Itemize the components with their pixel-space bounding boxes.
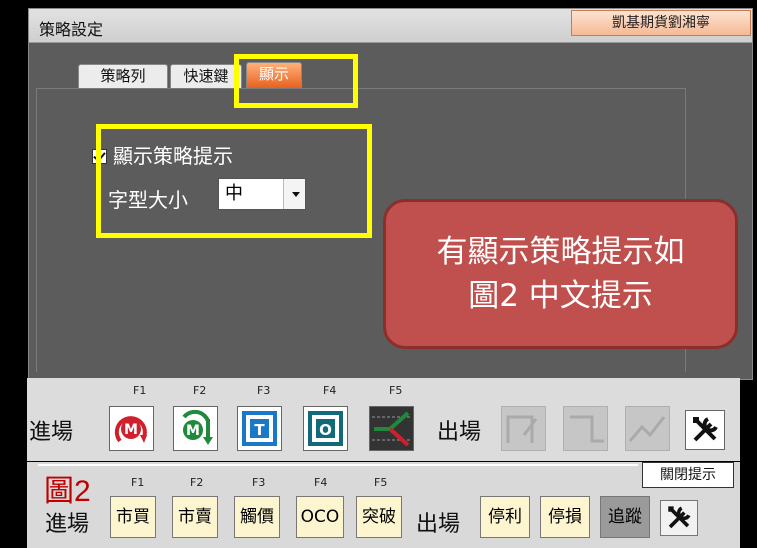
tab-hotkeys[interactable]: 快速鍵 [170, 64, 242, 88]
market-sell-icon[interactable]: M [173, 406, 218, 451]
svg-text:O: O [319, 421, 332, 439]
exit-label: 出場 [416, 512, 461, 537]
fkey-label: F3 [257, 384, 271, 397]
svg-text:T: T [254, 421, 265, 439]
breakout-button[interactable]: 突破 [356, 496, 402, 538]
market-buy-icon[interactable]: M [109, 406, 154, 451]
close-hint-tooltip: 關閉提示 [642, 462, 734, 488]
fkey-label: F4 [314, 476, 328, 489]
exit-label: 出場 [437, 420, 482, 445]
brand-label: 凱基期貨劉湘寧 [571, 10, 751, 36]
figure-2-label: 圖2 [44, 475, 91, 508]
touch-price-icon[interactable]: T [237, 406, 282, 451]
tab-highlight-box [234, 54, 358, 108]
fkey-label: F4 [323, 384, 337, 397]
callout-line-2: 圖2 中文提示 [468, 278, 653, 314]
callout-line-1: 有顯示策略提示如 [436, 234, 685, 270]
svg-text:M: M [186, 423, 200, 439]
fkey-label: F5 [374, 476, 388, 489]
trailing-stop-icon[interactable] [625, 406, 670, 451]
strategy-toolbar-icons: F1 F2 F3 F4 F5 進場 M M T O 出場 [27, 378, 740, 461]
tools-icon[interactable] [685, 410, 725, 450]
take-profit-button[interactable]: 停利 [480, 496, 530, 538]
fkey-label: F1 [131, 476, 145, 489]
market-buy-button[interactable]: 市買 [110, 496, 156, 538]
title-bar: 策略設定 凱基期貨劉湘寧 [29, 9, 752, 43]
svg-text:M: M [124, 422, 138, 438]
dialog-title: 策略設定 [39, 20, 104, 39]
stop-loss-button[interactable]: 停損 [540, 496, 590, 538]
fkey-label: F2 [193, 384, 207, 397]
trailing-stop-button[interactable]: 追蹤 [600, 496, 650, 538]
oco-button[interactable]: OCO [296, 496, 344, 538]
fkey-label: F3 [252, 476, 266, 489]
callout-annotation: 有顯示策略提示如 圖2 中文提示 [383, 199, 738, 349]
fkey-label: F2 [190, 476, 204, 489]
market-sell-button[interactable]: 市賣 [172, 496, 218, 538]
entry-label: 進場 [29, 420, 74, 445]
breakout-icon[interactable] [369, 406, 414, 451]
touch-price-button[interactable]: 觸價 [234, 496, 280, 538]
tab-strategy-bar[interactable]: 策略列 [78, 64, 168, 88]
fkey-label: F1 [133, 384, 147, 397]
option-highlight-box [96, 124, 372, 238]
oco-icon[interactable]: O [303, 406, 348, 451]
tools-icon[interactable] [660, 500, 698, 536]
entry-label: 進場 [45, 512, 90, 537]
take-profit-icon[interactable] [501, 406, 546, 451]
divider [38, 464, 638, 466]
stop-loss-icon[interactable] [563, 406, 608, 451]
fkey-label: F5 [389, 384, 403, 397]
